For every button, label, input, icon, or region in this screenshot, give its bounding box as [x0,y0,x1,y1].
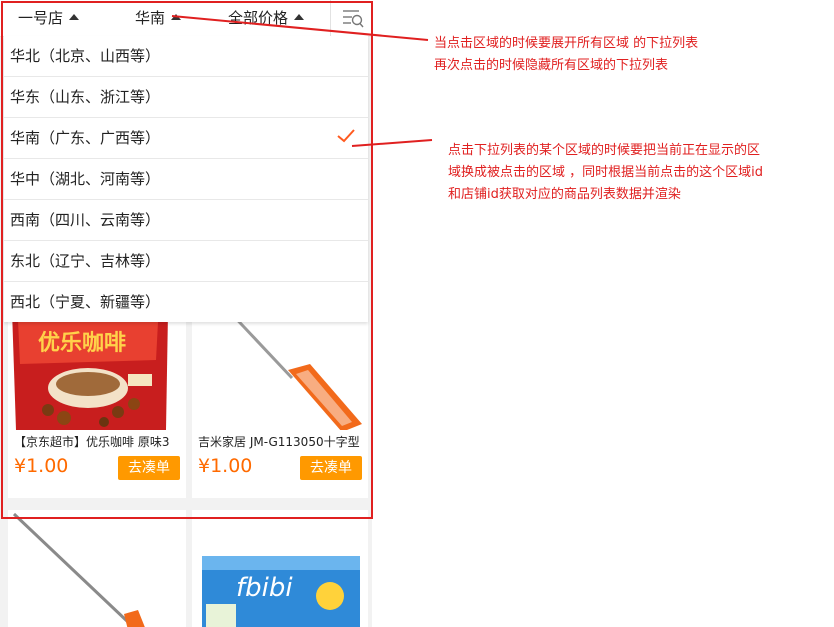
annotation-line-1 [171,15,429,41]
annotation-line-2 [351,139,433,147]
annotation-lines [171,15,433,147]
